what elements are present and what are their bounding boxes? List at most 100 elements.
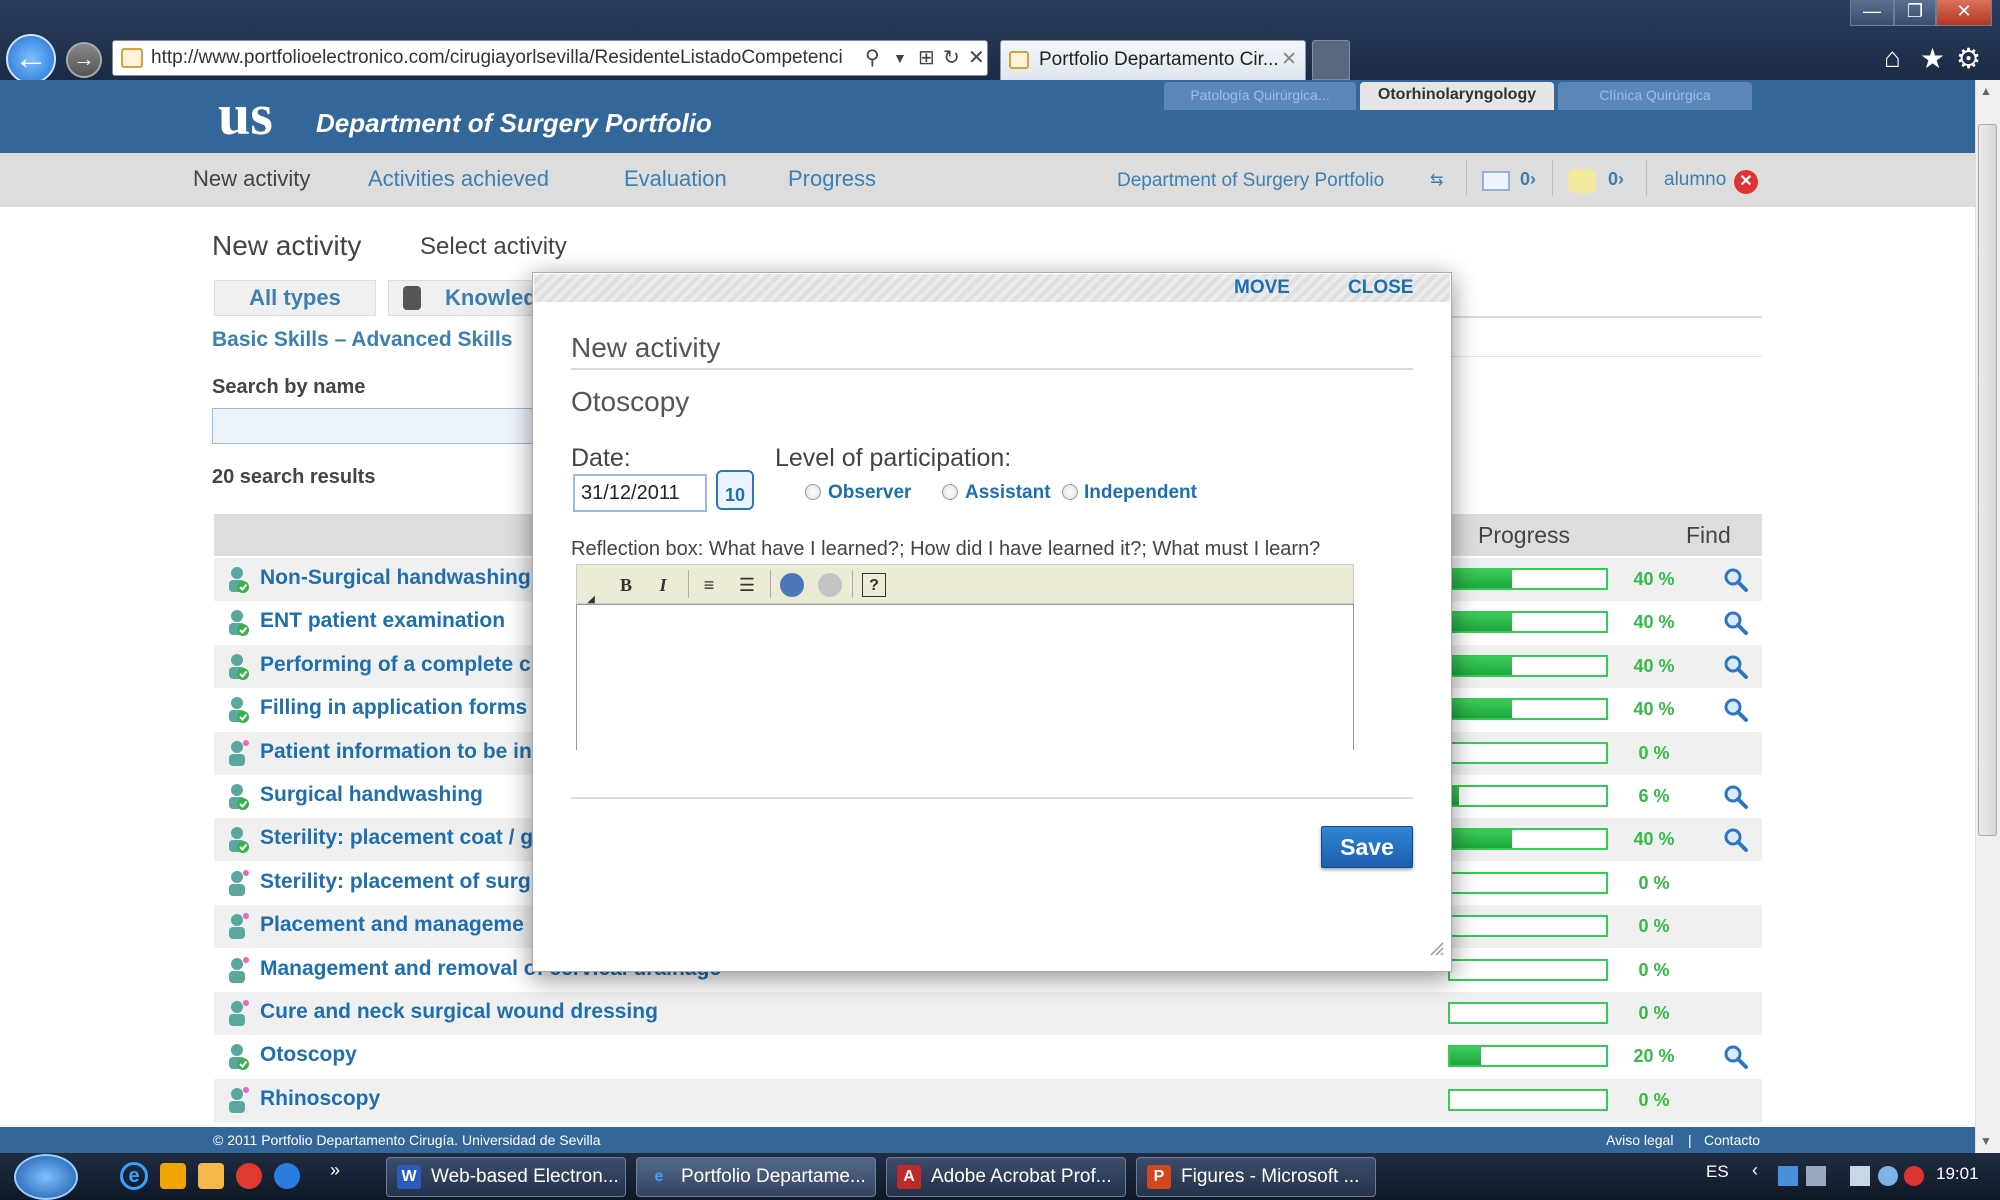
- scroll-up-icon[interactable]: ▲: [1980, 84, 1992, 98]
- calendar-icon[interactable]: 10: [716, 470, 754, 510]
- task-acrobat[interactable]: A Adobe Acrobat Prof...: [886, 1157, 1126, 1197]
- nav-new-activity[interactable]: New activity: [193, 166, 310, 192]
- home-icon[interactable]: ⌂: [1884, 42, 1901, 74]
- tray-alert-icon[interactable]: [1904, 1166, 1924, 1186]
- activity-link[interactable]: Placement and manageme: [260, 913, 524, 937]
- stop-icon[interactable]: ✕: [968, 41, 985, 75]
- dialog-close-button[interactable]: CLOSE: [1348, 277, 1413, 299]
- contact-link[interactable]: Contacto: [1704, 1127, 1760, 1153]
- find-search-icon[interactable]: [1722, 566, 1750, 594]
- dialog-drag-bar[interactable]: [534, 274, 1450, 302]
- tray-network-icon[interactable]: [1778, 1166, 1798, 1186]
- activity-link[interactable]: Rhinoscopy: [260, 1087, 380, 1111]
- minimize-button[interactable]: —: [1850, 0, 1894, 26]
- help-icon[interactable]: ?: [862, 573, 886, 597]
- dropdown-icon[interactable]: ▼: [893, 41, 907, 75]
- mail-count[interactable]: 0›: [1520, 169, 1536, 190]
- find-search-icon[interactable]: [1722, 653, 1750, 681]
- nav-evaluation[interactable]: Evaluation: [624, 166, 727, 192]
- dialog-move-button[interactable]: MOVE: [1234, 277, 1290, 299]
- scroll-down-icon[interactable]: ▼: [1980, 1134, 1992, 1148]
- activity-link[interactable]: Non-Surgical handwashing: [260, 566, 531, 590]
- start-button[interactable]: [14, 1154, 78, 1200]
- compat-icon[interactable]: ⊞: [918, 41, 935, 75]
- activity-link[interactable]: Patient information to be in: [260, 740, 532, 764]
- back-button[interactable]: ←: [6, 34, 56, 84]
- radio-assistant-label[interactable]: Assistant: [965, 482, 1051, 504]
- activity-link[interactable]: Performing of a complete c: [260, 653, 531, 677]
- tab-otorhinolaryngology[interactable]: Otorhinolaryngology: [1360, 82, 1554, 110]
- bold-button[interactable]: B: [614, 573, 638, 597]
- legal-link[interactable]: Aviso legal: [1606, 1127, 1673, 1153]
- activity-link[interactable]: Filling in application forms: [260, 696, 527, 720]
- tray-connection-icon[interactable]: [1850, 1166, 1870, 1186]
- radio-observer-label[interactable]: Observer: [828, 482, 911, 504]
- tray-device-icon[interactable]: [1806, 1166, 1826, 1186]
- language-indicator[interactable]: ES: [1706, 1162, 1729, 1182]
- new-tab-button[interactable]: [1312, 40, 1350, 80]
- bulleted-list-icon[interactable]: ☰: [735, 573, 759, 597]
- tools-gear-icon[interactable]: ⚙: [1956, 42, 1981, 75]
- search-input[interactable]: [212, 408, 542, 444]
- radio-independent[interactable]: [1062, 484, 1078, 500]
- resize-grip-icon[interactable]: [1428, 940, 1444, 956]
- more-icon[interactable]: »: [330, 1160, 340, 1181]
- task-powerpoint[interactable]: P Figures - Microsoft ...: [1136, 1157, 1376, 1197]
- portfolio-link[interactable]: Department of Surgery Portfolio: [1117, 170, 1384, 192]
- link-icon[interactable]: [780, 573, 804, 597]
- numbered-list-icon[interactable]: ≡: [697, 573, 721, 597]
- user-name[interactable]: alumno: [1664, 169, 1726, 191]
- media-icon[interactable]: [198, 1163, 224, 1189]
- find-search-icon[interactable]: [1722, 609, 1750, 637]
- forward-button[interactable]: →: [66, 42, 102, 78]
- skills-filter-link[interactable]: Basic Skills – Advanced Skills: [212, 328, 512, 352]
- clock[interactable]: 19:01: [1936, 1164, 1979, 1184]
- radio-assistant[interactable]: [942, 484, 958, 500]
- maximize-button[interactable]: ❐: [1894, 0, 1936, 26]
- activity-link[interactable]: Sterility: placement coat / g: [260, 826, 533, 850]
- outlook-icon[interactable]: [160, 1163, 186, 1189]
- activity-link[interactable]: Cure and neck surgical wound dressing: [260, 1000, 658, 1024]
- refresh-icon[interactable]: ↻: [943, 41, 960, 75]
- tray-expand-icon[interactable]: ‹: [1752, 1160, 1758, 1181]
- mail-icon[interactable]: [1482, 171, 1510, 191]
- app-icon[interactable]: [236, 1163, 262, 1189]
- scrollbar-thumb[interactable]: [1978, 124, 1997, 836]
- ie-icon[interactable]: e: [120, 1162, 148, 1190]
- tab-clinica[interactable]: Clínica Quirúrgica: [1558, 82, 1752, 110]
- notes-icon[interactable]: [1568, 169, 1596, 193]
- tab-close-icon[interactable]: ✕: [1281, 41, 1297, 79]
- radio-independent-label[interactable]: Independent: [1084, 482, 1197, 504]
- activity-link[interactable]: Sterility: placement of surg: [260, 870, 531, 894]
- unlink-icon[interactable]: [818, 573, 842, 597]
- nav-activities-achieved[interactable]: Activities achieved: [368, 166, 549, 192]
- find-search-icon[interactable]: [1722, 1043, 1750, 1071]
- find-search-icon[interactable]: [1722, 783, 1750, 811]
- search-icon[interactable]: ⚲: [865, 41, 880, 75]
- notes-count[interactable]: 0›: [1608, 169, 1624, 190]
- activity-link[interactable]: Otoscopy: [260, 1043, 357, 1067]
- radio-observer[interactable]: [805, 484, 821, 500]
- switch-icon[interactable]: ⇆: [1430, 170, 1443, 190]
- type-knowledge-button[interactable]: Knowled: [388, 280, 548, 316]
- find-search-icon[interactable]: [1722, 826, 1750, 854]
- tray-volume-icon[interactable]: [1878, 1166, 1898, 1186]
- messenger-icon[interactable]: [274, 1163, 300, 1189]
- italic-button[interactable]: I: [651, 573, 675, 597]
- activity-link[interactable]: Surgical handwashing: [260, 783, 483, 807]
- browser-tab[interactable]: Portfolio Departamento Cir... ✕: [1000, 40, 1306, 80]
- nav-progress[interactable]: Progress: [788, 166, 876, 192]
- logout-icon[interactable]: ✕: [1734, 170, 1758, 194]
- task-word[interactable]: W Web-based Electron...: [386, 1157, 626, 1197]
- address-bar[interactable]: http://www.portfolioelectronico.com/ciru…: [112, 40, 988, 76]
- reflection-editor[interactable]: [576, 604, 1354, 750]
- task-portfolio[interactable]: e Portfolio Departame...: [636, 1157, 876, 1197]
- date-input[interactable]: 31/12/2011: [573, 474, 707, 512]
- activity-link[interactable]: ENT patient examination: [260, 609, 505, 633]
- find-search-icon[interactable]: [1722, 696, 1750, 724]
- save-button[interactable]: Save: [1321, 826, 1413, 868]
- window-close-button[interactable]: ✕: [1936, 0, 1992, 26]
- favorites-icon[interactable]: ★: [1920, 42, 1945, 75]
- type-all-button[interactable]: All types: [214, 280, 376, 316]
- tab-patologia[interactable]: Patología Quirúrgica...: [1164, 82, 1356, 110]
